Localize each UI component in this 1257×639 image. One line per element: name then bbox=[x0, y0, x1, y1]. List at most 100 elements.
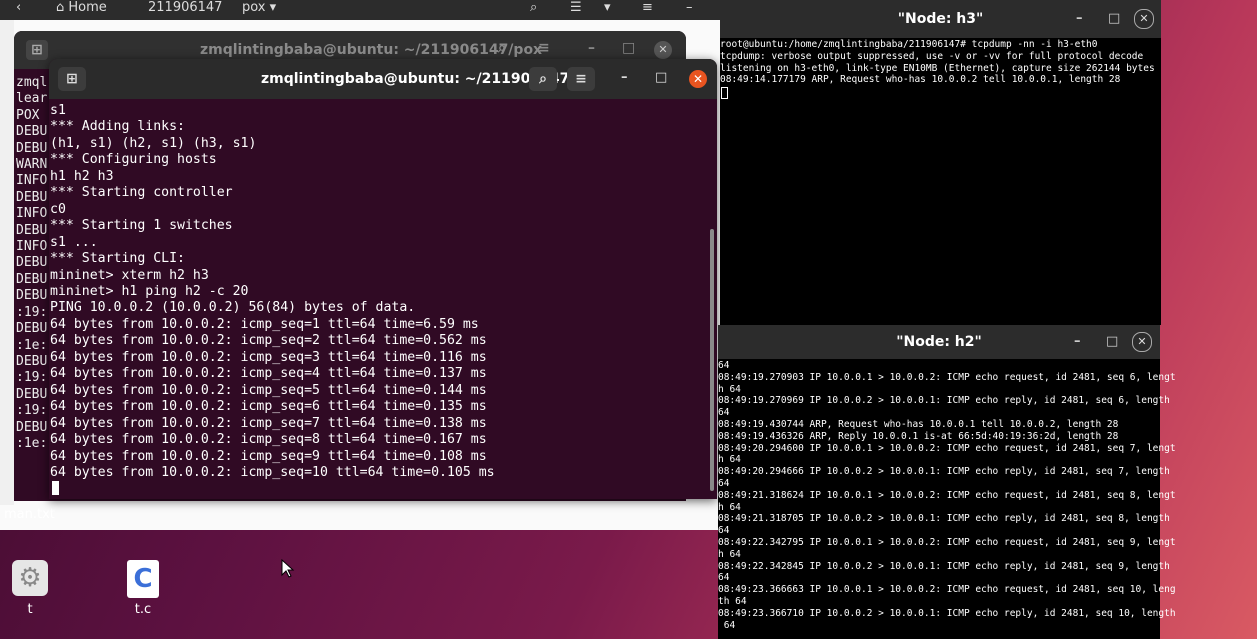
menu-icon[interactable]: ≡ bbox=[634, 0, 661, 20]
terminal-line: 64 bytes from 10.0.0.2: icmp_seq=2 ttl=6… bbox=[50, 333, 487, 349]
terminal-line: 64 bytes from 10.0.0.2: icmp_seq=8 ttl=6… bbox=[50, 432, 487, 448]
xterm-line: tcpdump: verbose output suppressed, use … bbox=[720, 50, 1144, 62]
xterm-line: 08:49:21.318705 IP 10.0.0.2 > 10.0.0.1: … bbox=[718, 513, 1170, 525]
xterm-line: th 64 bbox=[718, 595, 747, 607]
terminal-line: DEBU bbox=[16, 288, 48, 304]
terminal-line: 64 bytes from 10.0.0.2: icmp_seq=10 ttl=… bbox=[50, 464, 495, 480]
xterm-line: h 64 bbox=[718, 454, 741, 466]
menu-icon[interactable]: ≡ bbox=[567, 67, 595, 91]
maximize-button[interactable]: □ bbox=[622, 40, 635, 56]
search-icon[interactable]: ⌕ bbox=[498, 40, 506, 56]
terminal-line: *** Configuring hosts bbox=[50, 152, 217, 168]
xterm-line: 08:49:22.342845 IP 10.0.0.2 > 10.0.0.1: … bbox=[718, 560, 1170, 572]
terminal-back-output: zmql lear POX DEBU DEBU WARN INFO DEBU INFO DEBU… bbox=[16, 75, 47, 452]
close-button[interactable]: ✕ bbox=[1132, 332, 1152, 352]
new-tab-icon[interactable]: ⊞ bbox=[58, 67, 86, 91]
terminal-line: zmql bbox=[16, 75, 48, 90]
terminal-line: lear bbox=[16, 91, 48, 107]
files-sidebar bbox=[0, 20, 14, 505]
breadcrumb-pox[interactable]: pox ▾ bbox=[234, 0, 284, 20]
terminal-line: s1 bbox=[50, 103, 66, 118]
minimize-button[interactable]: – bbox=[1074, 325, 1081, 359]
c-file-icon: C bbox=[127, 560, 159, 598]
terminal-line: DEBU bbox=[16, 255, 48, 271]
xterm-line: 64 bbox=[718, 477, 730, 489]
desktop-icon-label: t.c bbox=[134, 602, 152, 617]
list-view-icon[interactable]: ☰ bbox=[562, 0, 590, 20]
terminal-line: *** Adding links: bbox=[50, 119, 185, 135]
terminal-line: POX bbox=[16, 107, 48, 123]
terminal-line: :1e: bbox=[16, 337, 48, 353]
menu-icon[interactable]: ≡ bbox=[538, 40, 550, 56]
chevron-down-icon[interactable]: ▾ bbox=[596, 0, 619, 20]
minimize-button[interactable]: – bbox=[588, 40, 595, 56]
terminal-line: DEBU bbox=[16, 353, 48, 369]
breadcrumb-folder[interactable]: 211906147 bbox=[140, 0, 230, 20]
file-label-man-txt[interactable]: man.txt bbox=[4, 507, 55, 522]
xterm-line: 08:49:21.318624 IP 10.0.0.1 > 10.0.0.2: … bbox=[718, 489, 1176, 501]
xterm-line: h 64 bbox=[718, 383, 741, 395]
minimize-button[interactable]: – bbox=[621, 70, 628, 85]
terminal-line: 64 bytes from 10.0.0.2: icmp_seq=4 ttl=6… bbox=[50, 366, 487, 382]
terminal-window-front: ⊞ zmqlintingbaba@ubuntu: ~/211906147 ⌕ ≡… bbox=[49, 59, 717, 499]
terminal-cursor bbox=[52, 481, 59, 495]
terminal-line: INFO bbox=[16, 206, 48, 222]
minimize-button[interactable]: – bbox=[678, 0, 701, 20]
terminal-line: h1 h2 h3 bbox=[50, 168, 114, 184]
terminal-line: *** Starting controller bbox=[50, 185, 233, 201]
xterm-line: 08:49:19.270903 IP 10.0.0.1 > 10.0.0.2: … bbox=[718, 371, 1176, 383]
terminal-line: DEBU bbox=[16, 140, 48, 156]
new-tab-icon[interactable]: ⊞ bbox=[26, 40, 48, 60]
terminal-line: (h1, s1) (h2, s1) (h3, s1) bbox=[50, 135, 257, 151]
xterm-line: 08:49:20.294600 IP 10.0.0.1 > 10.0.0.2: … bbox=[718, 442, 1176, 454]
chevron-down-icon: ▾ bbox=[269, 0, 277, 15]
terminal-line: *** Starting CLI: bbox=[50, 251, 185, 267]
xterm-line: 08:49:19.436326 ARP, Reply 10.0.0.1 is-a… bbox=[718, 430, 1119, 442]
terminal-line: DEBU bbox=[16, 124, 48, 140]
xterm-line: h 64 bbox=[718, 501, 741, 513]
terminal-line: INFO bbox=[16, 239, 48, 255]
maximize-button[interactable]: □ bbox=[655, 70, 667, 85]
xterm-h3-header: "Node: h3" – □ ✕ bbox=[720, 0, 1161, 38]
gear-icon: ⚙ bbox=[12, 560, 48, 596]
terminal-line: DEBU bbox=[16, 386, 48, 402]
home-icon: ⌂ bbox=[56, 0, 69, 15]
close-button[interactable]: ✕ bbox=[689, 70, 707, 88]
minimize-button[interactable]: – bbox=[1076, 0, 1083, 38]
desktop-icon-t[interactable]: ⚙ t bbox=[0, 560, 60, 617]
xterm-line: root@ubuntu:/home/zmqlintingbaba/2119061… bbox=[720, 39, 1098, 50]
terminal-line: :19: bbox=[16, 403, 48, 419]
xterm-line: 08:49:23.366663 IP 10.0.0.1 > 10.0.0.2: … bbox=[718, 584, 1176, 596]
terminal-line: *** Starting 1 switches bbox=[50, 218, 233, 234]
terminal-line: DEBU bbox=[16, 271, 48, 287]
terminal-back-title: zmqlintingbaba@ubuntu: ~/211906147/pox bbox=[200, 42, 543, 58]
terminal-line: DEBU bbox=[16, 321, 48, 337]
terminal-line: WARN bbox=[16, 157, 48, 173]
terminal-scrollbar[interactable] bbox=[710, 229, 714, 491]
maximize-button[interactable]: □ bbox=[1108, 0, 1120, 38]
xterm-line: 64 bbox=[718, 525, 730, 537]
terminal-line: DEBU bbox=[16, 419, 48, 435]
terminal-line: DEBU bbox=[16, 189, 48, 205]
close-button[interactable]: ✕ bbox=[1134, 9, 1154, 29]
terminal-front-title: zmqlintingbaba@ubuntu: ~/211906147 bbox=[261, 71, 570, 87]
xterm-h2-output: 64 08:49:19.270903 IP 10.0.0.1 > 10.0.0.2… bbox=[718, 360, 1176, 631]
back-button[interactable]: ‹ bbox=[8, 0, 29, 20]
maximize-button[interactable]: □ bbox=[1106, 325, 1118, 359]
search-icon[interactable]: ⌕ bbox=[522, 0, 545, 20]
xterm-node-h3: "Node: h3" – □ ✕ root@ubuntu:/home/zmqli… bbox=[720, 0, 1161, 325]
search-icon[interactable]: ⌕ bbox=[529, 67, 557, 91]
files-toolbar: ‹ ⌂ Home 211906147 pox ▾ ⌕ ☰ ▾ ≡ – bbox=[0, 0, 720, 20]
terminal-line: 64 bytes from 10.0.0.2: icmp_seq=9 ttl=6… bbox=[50, 448, 487, 464]
xterm-h3-output: root@ubuntu:/home/zmqlintingbaba/2119061… bbox=[720, 39, 1155, 86]
xterm-h2-header: "Node: h2" – □ ✕ bbox=[718, 325, 1160, 359]
terminal-line: :19: bbox=[16, 370, 48, 386]
xterm-line: 64 bbox=[718, 572, 730, 584]
xterm-line: 08:49:23.366710 IP 10.0.0.2 > 10.0.0.1: … bbox=[718, 607, 1176, 619]
xterm-h3-title: "Node: h3" bbox=[897, 11, 984, 27]
terminal-line: :19: bbox=[16, 304, 48, 320]
xterm-line: 08:49:22.342795 IP 10.0.0.1 > 10.0.0.2: … bbox=[718, 536, 1176, 548]
desktop-icon-t-c[interactable]: C t.c bbox=[113, 560, 173, 617]
breadcrumb-home[interactable]: ⌂ Home bbox=[48, 0, 115, 20]
close-button[interactable]: ✕ bbox=[654, 41, 672, 59]
